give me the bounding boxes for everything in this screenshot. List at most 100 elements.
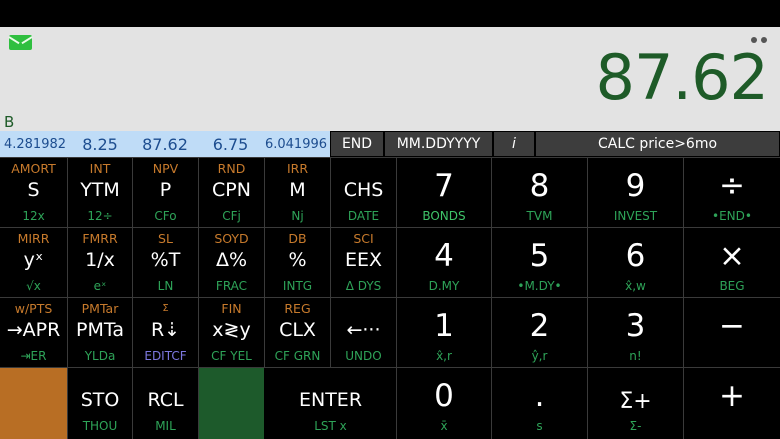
divide-key-g-label: •END•	[712, 209, 752, 223]
fmrr-key-f-label: FMRR	[82, 231, 118, 246]
rnd-key-g-label: CFj	[222, 209, 241, 223]
int-key-g-label: 12÷	[87, 209, 113, 223]
npv-key-f-label: NPV	[152, 161, 179, 176]
irr-key-g-label: Nj	[291, 209, 304, 223]
key-1-label: 1	[434, 308, 454, 344]
key-2-g-label: ŷ,r	[531, 349, 548, 363]
key-5-label: 5	[529, 238, 550, 274]
decimal-key-label: .	[534, 378, 545, 414]
minus-key[interactable]: −	[684, 298, 780, 367]
clx-key[interactable]: REG CLX CF GRN	[265, 298, 330, 367]
rnd-key-f-label: RND	[217, 161, 246, 176]
db-key[interactable]: DB % INTG	[265, 228, 330, 297]
sl-key[interactable]: SL %T LN	[133, 228, 198, 297]
key-7[interactable]: 7 BONDS	[397, 158, 491, 227]
key-4-label: 4	[434, 238, 454, 274]
irr-key-label: M	[289, 179, 306, 201]
amort-key[interactable]: AMORT S 12x	[0, 158, 67, 227]
fmrr-key-label: 1/x	[85, 249, 115, 271]
db-key-g-label: INTG	[282, 279, 313, 293]
key-4-g-label: D.MY	[428, 279, 460, 293]
roll-down-key[interactable]: Σ R⇣ EDITCF	[133, 298, 198, 367]
register-t: 4.281982	[3, 137, 67, 152]
key-0-g-label: x̄	[440, 419, 448, 433]
key-2-label: 2	[529, 308, 550, 344]
fmrr-key[interactable]: FMRR 1/x eˣ	[68, 228, 132, 297]
register-z: 8.25	[82, 135, 118, 154]
amort-key-label: S	[27, 179, 40, 201]
sto-key-label: STO	[80, 389, 120, 411]
divide-key[interactable]: ÷ •END•	[684, 158, 780, 227]
soyd-key[interactable]: SOYD Δ% FRAC	[199, 228, 264, 297]
key-6[interactable]: 6 x̂,w	[588, 228, 683, 297]
key-3[interactable]: 3 n!	[588, 298, 683, 367]
pmta-key[interactable]: PMTar PMTa YLDa	[68, 298, 132, 367]
key-8[interactable]: 8 TVM	[492, 158, 587, 227]
g-shift-key[interactable]	[199, 368, 264, 439]
key-5[interactable]: 5 •M.DY•	[492, 228, 587, 297]
sigma-plus-key[interactable]: Σ+ Σ-	[588, 368, 683, 439]
apr-key-g-label: ⇥ER	[20, 349, 47, 363]
rnd-key[interactable]: RND CPN CFj	[199, 158, 264, 227]
swap-key[interactable]: FIN x≷y CF YEL	[199, 298, 264, 367]
key-9-label: 9	[625, 168, 646, 204]
key-7-label: 7	[434, 168, 454, 204]
backspace-key[interactable]: ←··· UNDO	[331, 298, 396, 367]
rcl-key[interactable]: RCL MIL	[133, 368, 198, 439]
backspace-icon: ←···	[346, 319, 381, 341]
key-9[interactable]: 9 INVEST	[588, 158, 683, 227]
enter-key-g-label: LST x	[314, 419, 347, 433]
key-3-g-label: n!	[629, 349, 642, 363]
rnd-key-label: CPN	[212, 179, 251, 201]
sci-key-f-label: SCI	[353, 231, 374, 246]
chs-key[interactable]: CHS DATE	[331, 158, 396, 227]
calc-mode-indicator: CALC price>6mo	[536, 132, 779, 156]
key-0[interactable]: 0 x̄	[397, 368, 491, 439]
irr-key[interactable]: IRR M Nj	[265, 158, 330, 227]
amort-key-g-label: 12x	[22, 209, 45, 223]
sto-key[interactable]: STO THOU	[68, 368, 132, 439]
sci-key-g-label: Δ DYS	[345, 279, 382, 293]
display-value: 87.62	[595, 41, 769, 114]
mode-indicator: B	[4, 113, 15, 131]
npv-key-g-label: CFo	[154, 209, 177, 223]
mirr-key-f-label: MIRR	[17, 231, 50, 246]
backspace-key-g-label: UNDO	[345, 349, 382, 363]
int-key-label: YTM	[80, 179, 120, 201]
npv-key-label: P	[159, 179, 172, 201]
key-4[interactable]: 4 D.MY	[397, 228, 491, 297]
sigma-plus-key-label: Σ+	[619, 389, 652, 414]
enter-key[interactable]: ENTER LST x	[265, 368, 396, 439]
key-2[interactable]: 2 ŷ,r	[492, 298, 587, 367]
key-8-g-label: TVM	[526, 209, 553, 223]
clx-key-g-label: CF GRN	[274, 349, 321, 363]
soyd-key-f-label: SOYD	[214, 231, 249, 246]
mirr-key[interactable]: MIRR yˣ √x	[0, 228, 67, 297]
mirr-key-g-label: √x	[26, 279, 41, 293]
int-key-f-label: INT	[89, 161, 111, 176]
chs-key-label: CHS	[343, 179, 384, 201]
multiply-key[interactable]: × BEG	[684, 228, 780, 297]
f-shift-key[interactable]	[0, 368, 67, 439]
rcl-key-label: RCL	[147, 389, 184, 411]
register-last: 6.041996	[264, 137, 328, 152]
apr-key[interactable]: w/PTS →APR ⇥ER	[0, 298, 67, 367]
key-1[interactable]: 1 x̂,r	[397, 298, 491, 367]
soyd-key-g-label: FRAC	[215, 279, 248, 293]
key-6-label: 6	[625, 238, 646, 274]
register-stack: 4.281982 8.25 87.62 6.75 6.041996	[0, 131, 330, 157]
roll-down-key-g-label: EDITCF	[144, 349, 187, 363]
sci-key[interactable]: SCI EEX Δ DYS	[331, 228, 396, 297]
mirr-key-label: yˣ	[23, 249, 44, 271]
key-6-g-label: x̂,w	[625, 279, 646, 293]
npv-key[interactable]: NPV P CFo	[133, 158, 198, 227]
db-key-f-label: DB	[288, 231, 307, 246]
key-5-g-label: •M.DY•	[517, 279, 562, 293]
plus-key[interactable]: +	[684, 368, 780, 439]
divide-key-label: ÷	[719, 168, 745, 204]
envelope-icon[interactable]	[9, 35, 32, 50]
enter-key-label: ENTER	[298, 389, 363, 411]
key-0-label: 0	[434, 378, 454, 414]
decimal-key[interactable]: . s	[492, 368, 587, 439]
int-key[interactable]: INT YTM 12÷	[68, 158, 132, 227]
